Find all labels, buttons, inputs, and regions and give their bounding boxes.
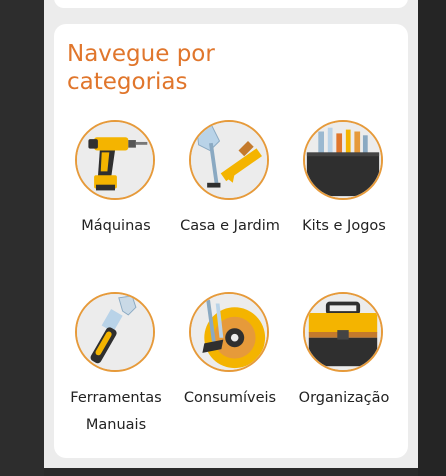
drill-icon bbox=[75, 120, 155, 200]
category-label: Consumíveis bbox=[183, 390, 277, 406]
previous-card bbox=[54, 0, 408, 8]
category-label: Casa e Jardim bbox=[180, 218, 280, 234]
right-dark-margin bbox=[418, 0, 446, 476]
left-dark-margin bbox=[0, 0, 44, 476]
toolbox-icon bbox=[303, 292, 383, 372]
categories-card: Navegue por categorias Máquinas Casa e J… bbox=[54, 24, 408, 458]
tool-kit-icon bbox=[303, 120, 383, 200]
cutting-disc-icon bbox=[189, 292, 269, 372]
garden-tools-icon bbox=[189, 120, 269, 200]
section-title: Navegue por categorias bbox=[67, 41, 215, 95]
category-label: Organização bbox=[298, 390, 390, 406]
bottom-dark-strip bbox=[44, 468, 418, 476]
category-label: Máquinas bbox=[81, 218, 151, 234]
category-label: Kits e Jogos bbox=[302, 218, 386, 234]
wrench-icon bbox=[75, 292, 155, 372]
category-label: Ferramentas Manuais bbox=[70, 390, 162, 433]
